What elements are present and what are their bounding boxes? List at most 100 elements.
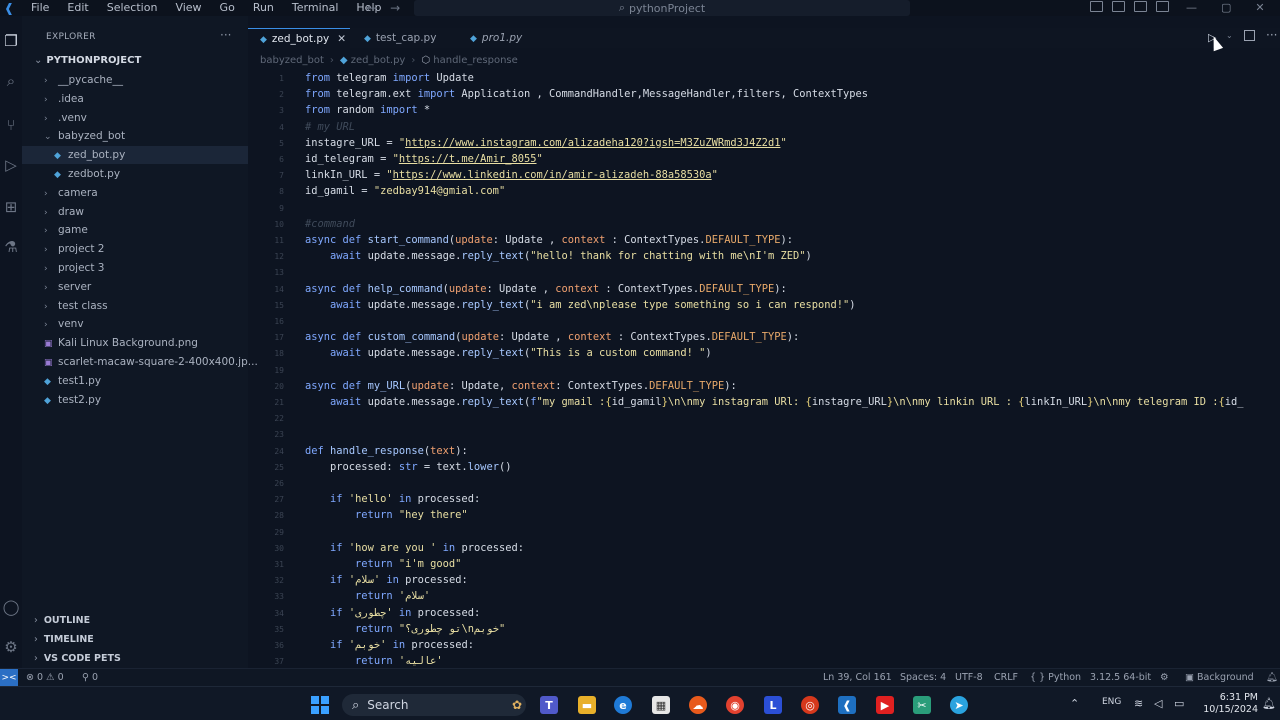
clock[interactable]: 6:31 PM 10/15/2024 <box>1198 692 1258 716</box>
source-control-icon[interactable]: ⑂ <box>2 116 20 134</box>
close-icon[interactable]: ✕ <box>1255 0 1264 16</box>
tree-item[interactable]: › venv <box>22 315 248 333</box>
taskbar-search[interactable]: ⌕ Search ✿ <box>342 694 526 716</box>
red-app-icon[interactable]: ◎ <box>801 696 819 714</box>
tree-item[interactable]: › test class <box>22 297 248 315</box>
code-line[interactable]: if 'hello' in processed: <box>305 491 480 507</box>
minimize-icon[interactable]: — <box>1186 0 1197 16</box>
code-line[interactable]: return 'سلام' <box>305 588 430 604</box>
account-icon[interactable]: ◯ <box>2 598 20 616</box>
tree-item[interactable]: › game <box>22 221 248 239</box>
teams-icon[interactable]: T <box>540 696 558 714</box>
search-icon[interactable]: ⌕ <box>2 72 20 90</box>
code-line[interactable]: return "hey there" <box>305 507 468 523</box>
tree-item[interactable]: › project 3 <box>22 259 248 277</box>
menu-file[interactable]: File <box>22 0 58 16</box>
tab-pro1[interactable]: ◆ pro1.py <box>458 28 548 48</box>
python-interpreter[interactable]: 3.12.5 64-bit <box>1090 672 1151 683</box>
close-tab-icon[interactable]: ✕ <box>337 33 346 45</box>
outline-section[interactable]: › OUTLINE <box>34 615 90 626</box>
snipping-tool-icon[interactable]: ✂ <box>913 696 931 714</box>
remote-indicator-icon[interactable]: >< <box>0 669 18 687</box>
indentation[interactable]: Spaces: 4 <box>900 672 946 683</box>
bell-icon[interactable]: 🔔︎ <box>1266 672 1278 683</box>
vscode-taskbar-icon[interactable]: ❰ <box>838 696 856 714</box>
windows-start-icon[interactable] <box>311 696 329 714</box>
tree-item[interactable]: › __pycache__ <box>22 71 248 89</box>
edge-browser-icon[interactable]: e <box>614 696 632 714</box>
back-arrow-icon[interactable]: ← <box>366 0 376 16</box>
code-line[interactable]: id_gamil = "zedbay914@gmial.com" <box>305 183 505 199</box>
tree-item[interactable]: ◆ test1.py <box>22 372 248 390</box>
notifications-bell-icon[interactable]: 🔔︎ <box>1262 697 1276 710</box>
tab-zed-bot[interactable]: ◆ zed_bot.py ✕ <box>248 28 350 48</box>
menu-run[interactable]: Run <box>244 0 283 16</box>
tree-item[interactable]: ◆ test2.py <box>22 391 248 409</box>
code-line[interactable]: # my URL <box>305 119 355 135</box>
code-line[interactable]: instagre_URL = "https://www.instagram.co… <box>305 135 787 151</box>
battery-icon[interactable]: ▭ <box>1174 697 1184 710</box>
code-line[interactable]: if 'how are you ' in processed: <box>305 540 524 556</box>
code-line[interactable]: await update.message.reply_text("i am ze… <box>305 297 856 313</box>
code-line[interactable]: async def custom_command(update: Update … <box>305 329 799 345</box>
tree-item[interactable]: › camera <box>22 184 248 202</box>
microsoft-store-icon[interactable]: ▦ <box>652 696 670 714</box>
editor-more-actions-icon[interactable]: ··· <box>1266 28 1277 42</box>
problems-indicator[interactable]: ⊗ 0 ⚠ 0 <box>26 672 64 683</box>
tray-chevron-up-icon[interactable]: ⌃ <box>1070 697 1079 710</box>
code-line[interactable]: linkIn_URL = "https://www.linkedin.com/i… <box>305 167 718 183</box>
youtube-icon[interactable]: ▶ <box>876 696 894 714</box>
vscode-pets-section[interactable]: › VS CODE PETS <box>34 653 121 664</box>
cursor-position[interactable]: Ln 39, Col 161 <box>823 672 892 683</box>
code-line[interactable]: def handle_response(text): <box>305 443 468 459</box>
code-line[interactable]: async def help_command(update: Update , … <box>305 281 787 297</box>
code-line[interactable]: if 'خوبم' in processed: <box>305 637 474 653</box>
code-line[interactable]: await update.message.reply_text("hello! … <box>305 248 812 264</box>
forward-arrow-icon[interactable]: → <box>390 0 400 16</box>
code-line[interactable]: return 'عالیه' <box>305 653 443 668</box>
menu-terminal[interactable]: Terminal <box>283 0 348 16</box>
tree-item[interactable]: ◆ zed_bot.py <box>22 146 248 165</box>
tab-test-cap[interactable]: ◆ test_cap.py <box>352 28 456 48</box>
tree-item[interactable]: ◆ zedbot.py <box>22 165 248 183</box>
menu-go[interactable]: Go <box>211 0 244 16</box>
split-editor-icon[interactable] <box>1244 30 1255 41</box>
ports-indicator[interactable]: ⚲ 0 <box>82 672 98 683</box>
toggle-secondary-sidebar-icon[interactable] <box>1134 1 1147 12</box>
tree-item[interactable]: ▣ scarlet-macaw-square-2-400x400.jp... <box>22 353 258 371</box>
code-line[interactable]: async def start_command(update: Update ,… <box>305 232 793 248</box>
extensions-icon[interactable]: ⊞ <box>2 198 20 216</box>
breadcrumb-symbol[interactable]: ⬡ handle_response <box>421 55 517 66</box>
file-explorer-icon[interactable]: ▬ <box>578 696 596 714</box>
tree-item[interactable]: ⌄ babyzed_bot <box>22 127 248 145</box>
menu-view[interactable]: View <box>166 0 210 16</box>
code-line[interactable]: await update.message.reply_text(f"my gma… <box>305 394 1244 410</box>
explorer-icon[interactable]: ❐ <box>2 32 20 50</box>
more-actions-icon[interactable]: ··· <box>220 28 231 42</box>
maximize-icon[interactable]: ▢ <box>1221 0 1231 16</box>
tree-item[interactable]: ▣ Kali Linux Background.png <box>22 334 248 352</box>
run-debug-icon[interactable]: ▷ <box>2 156 20 174</box>
background-extension[interactable]: ▣ Background <box>1185 672 1254 683</box>
telegram-icon[interactable]: ➤ <box>950 696 968 714</box>
code-line[interactable]: from telegram import Update <box>305 70 474 86</box>
code-line[interactable]: async def my_URL(update: Update, context… <box>305 378 737 394</box>
tree-item[interactable]: › draw <box>22 203 248 221</box>
code-line[interactable]: await update.message.reply_text("This is… <box>305 345 712 361</box>
menu-edit[interactable]: Edit <box>58 0 97 16</box>
l-app-icon[interactable]: L <box>764 696 782 714</box>
notifications-config-icon[interactable]: ⚙ <box>1160 672 1169 683</box>
language-mode[interactable]: { } Python <box>1030 672 1081 683</box>
soundcloud-icon[interactable]: ☁ <box>689 696 707 714</box>
tree-item[interactable]: › server <box>22 278 248 296</box>
code-line[interactable]: from telegram.ext import Application , C… <box>305 86 868 102</box>
code-line[interactable]: processed: str = text.lower() <box>305 459 511 475</box>
settings-gear-icon[interactable]: ⚙ <box>2 638 20 656</box>
tree-item[interactable]: › .idea <box>22 90 248 108</box>
breadcrumb-folder[interactable]: babyzed_bot <box>260 55 324 66</box>
testing-icon[interactable]: ⚗ <box>2 238 20 256</box>
code-line[interactable]: if 'سلام' in processed: <box>305 572 468 588</box>
breadcrumb-file[interactable]: ◆ zed_bot.py <box>340 55 405 66</box>
language-indicator[interactable]: ENG <box>1102 697 1121 707</box>
volume-icon[interactable]: ◁ <box>1154 697 1162 710</box>
